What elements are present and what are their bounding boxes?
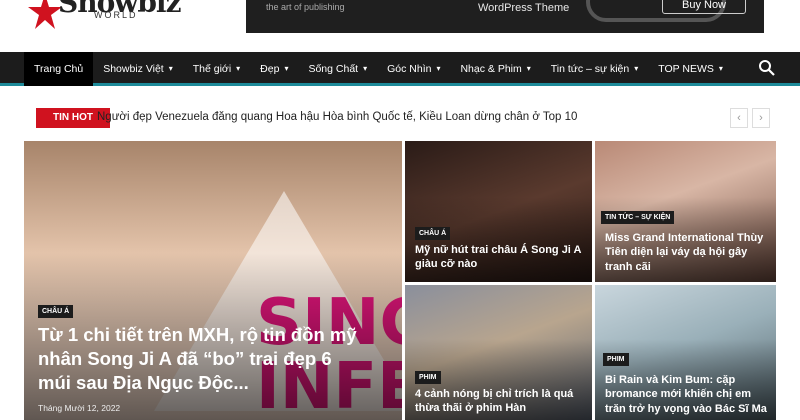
breaking-news-ticker: TIN HOT Người đẹp Venezuela đăng quang H…	[24, 106, 776, 130]
nav-item[interactable]: Trang Chủ	[24, 52, 94, 86]
nav-item[interactable]: Đẹp ▾	[250, 52, 298, 86]
site-header: Showbiz WORLD the art of publishing Word…	[0, 0, 800, 52]
site-logo[interactable]: Showbiz WORLD	[28, 0, 181, 42]
nav-item[interactable]: Showbiz Việt ▾	[93, 52, 183, 86]
article-title[interactable]: Bi Rain và Kim Bum: cặp bromance mới khi…	[605, 373, 773, 416]
category-badge[interactable]: TIN TỨC – SỰ KIỆN	[601, 211, 675, 224]
article-title[interactable]: Miss Grand International Thùy Tiên diện …	[605, 231, 773, 274]
article-card[interactable]: PHIM Bi Rain và Kim Bum: cặp bromance mớ…	[595, 285, 776, 420]
nav-item-label: Trang Chủ	[34, 63, 84, 75]
category-badge[interactable]: CHÂU Á	[38, 305, 74, 318]
chevron-down-icon: ▾	[363, 64, 368, 73]
nav-item[interactable]: Tin tức – sự kiện ▾	[541, 52, 648, 86]
nav-item-label: Nhạc & Phim	[460, 63, 522, 75]
nav-item[interactable]: Nhạc & Phim ▾	[450, 52, 540, 86]
category-badge[interactable]: PHIM	[603, 353, 629, 366]
nav-items: Trang Chủ Showbiz Việt ▾ Thế giới ▾ Đẹp ▾ Sống …	[24, 52, 733, 86]
article-title[interactable]: 4 cảnh nóng bị chỉ trích là quá thừa thã…	[415, 387, 585, 416]
article-card[interactable]: TIN TỨC – SỰ KIỆN Miss Grand Internation…	[595, 141, 776, 282]
chevron-down-icon: ▾	[634, 64, 639, 73]
banner-theme-label: WordPress Theme	[478, 2, 570, 14]
nav-item-label: Tin tức – sự kiện	[550, 63, 630, 75]
ticker-headline[interactable]: Người đẹp Venezuela đăng quang Hoa hậu H…	[97, 111, 577, 123]
buy-now-button[interactable]: Buy Now	[662, 0, 746, 14]
article-card[interactable]: CHÂU Á Mỹ nữ hút trai châu Á Song Ji A g…	[405, 141, 592, 282]
ticker-prev-button[interactable]: ‹	[730, 108, 748, 128]
chevron-down-icon: ▾	[168, 64, 173, 73]
ad-banner[interactable]: the art of publishing WordPress Theme Bu…	[246, 0, 764, 33]
article-title[interactable]: Từ 1 chi tiết trên MXH, rộ tin đồn mỹ nh…	[38, 323, 368, 395]
nav-item-label: Showbiz Việt	[103, 63, 164, 75]
star-logo-icon	[28, 0, 62, 29]
nav-item[interactable]: Góc Nhìn ▾	[377, 52, 450, 86]
nav-item-label: Đẹp	[260, 63, 280, 75]
article-date: Tháng Mười 12, 2022	[38, 403, 121, 413]
chevron-down-icon: ▾	[526, 64, 531, 73]
featured-article[interactable]: SING INFE CHÂU Á Từ 1 chi tiết trên MXH,…	[24, 141, 402, 420]
chevron-down-icon: ▾	[718, 64, 723, 73]
ticker-next-button[interactable]: ›	[752, 108, 770, 128]
banner-tagline: the art of publishing	[266, 2, 345, 12]
nav-item[interactable]: TOP NEWS ▾	[648, 52, 733, 86]
category-badge[interactable]: CHÂU Á	[415, 227, 451, 240]
nav-item-label: TOP NEWS	[658, 63, 714, 75]
chevron-down-icon: ▾	[436, 64, 441, 73]
nav-item-label: Sống Chất	[308, 63, 359, 75]
main-nav: Trang Chủ Showbiz Việt ▾ Thế giới ▾ Đẹp ▾ Sống …	[0, 52, 800, 86]
nav-item-label: Góc Nhìn	[387, 63, 432, 75]
chevron-down-icon: ▾	[284, 64, 289, 73]
nav-item-label: Thế giới	[192, 63, 232, 75]
nav-item[interactable]: Sống Chất ▾	[298, 52, 377, 86]
logo-subtitle: WORLD	[94, 10, 138, 20]
article-card[interactable]: PHIM 4 cảnh nóng bị chỉ trích là quá thừ…	[405, 285, 592, 420]
search-icon[interactable]	[758, 59, 776, 77]
article-title[interactable]: Mỹ nữ hút trai châu Á Song Ji A giàu cỡ …	[415, 243, 583, 272]
category-badge[interactable]: PHIM	[415, 371, 441, 384]
chevron-down-icon: ▾	[236, 64, 241, 73]
nav-item[interactable]: Thế giới ▾	[183, 52, 250, 86]
